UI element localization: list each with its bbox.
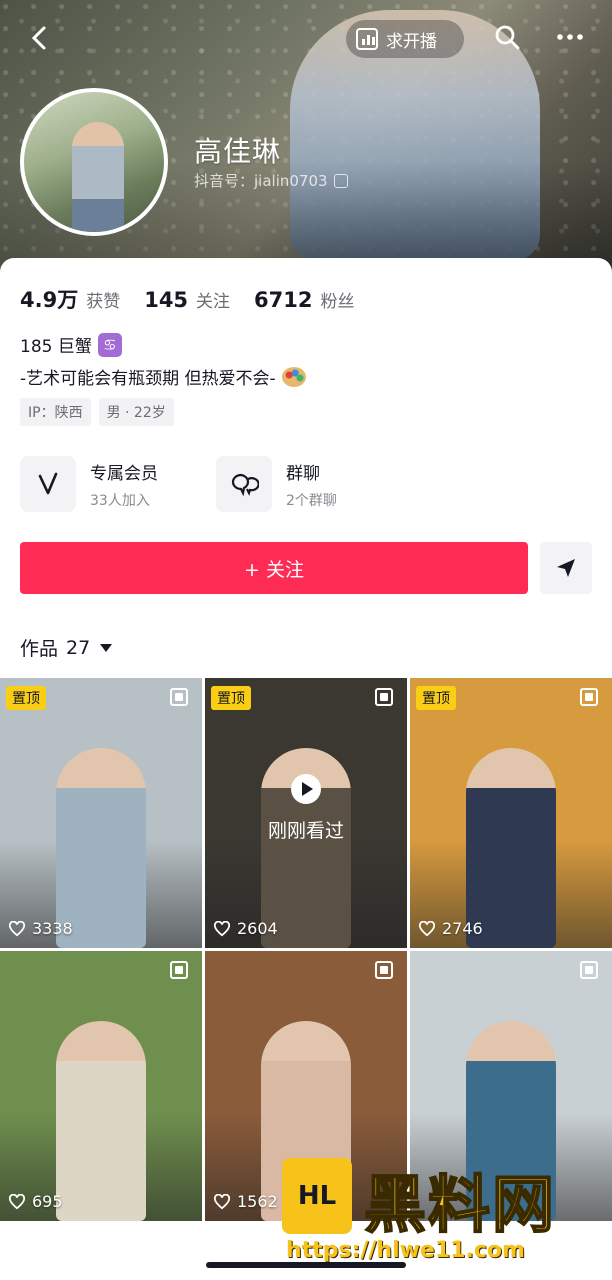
- like-count: 3338: [8, 919, 73, 938]
- back-icon[interactable]: [24, 22, 56, 54]
- fan-club-subtitle: 33人加入: [90, 492, 150, 509]
- avatar-figure: [72, 122, 124, 232]
- stat-following[interactable]: 145 关注: [144, 287, 230, 312]
- pinned-badge: 置顶: [6, 686, 46, 710]
- caret-down-icon: [100, 643, 113, 652]
- recently-viewed-label: 刚刚看过: [267, 820, 344, 842]
- bio-line-2-text: -艺术可能会有瓶颈期 但热爱不会-: [20, 369, 276, 389]
- multi-image-icon: [375, 961, 393, 979]
- tab-works-label: 作品: [20, 638, 59, 660]
- bio-line-1: 185 巨蟹 ♋: [20, 332, 122, 357]
- watermark-url: https://hlwe11.com: [286, 1238, 525, 1263]
- group-chat-icon: [216, 456, 272, 512]
- multi-image-icon: [375, 688, 393, 706]
- like-count: 2604: [213, 919, 278, 938]
- send-icon: [557, 559, 575, 577]
- video-thumbnail-figure: [56, 748, 146, 948]
- send-message-button[interactable]: [540, 542, 592, 594]
- group-chat-entry[interactable]: 群聊 2个群聊: [216, 456, 337, 512]
- group-chat-subtitle: 2个群聊: [286, 492, 337, 509]
- like-count: 2746: [418, 919, 483, 938]
- watermark-logo: HL: [282, 1158, 352, 1234]
- pinned-badge: 置顶: [211, 686, 251, 710]
- like-count: 695: [8, 1192, 63, 1211]
- request-live-label: 求开播: [386, 31, 437, 52]
- stat-followers[interactable]: 6712 粉丝: [254, 287, 354, 312]
- bio-line-1-text: 185 巨蟹: [20, 337, 92, 357]
- stats-row: 4.9万 获赞 145 关注 6712 粉丝: [20, 284, 355, 314]
- multi-image-icon: [580, 688, 598, 706]
- tab-works[interactable]: 作品 27: [20, 634, 113, 661]
- stat-followers-label: 粉丝: [320, 292, 355, 312]
- douyin-id[interactable]: 抖音号：jialin0703: [194, 170, 348, 191]
- like-count: 1562: [213, 1192, 278, 1211]
- group-chat-title: 群聊: [286, 463, 320, 484]
- tag-gender-age: 男 · 22岁: [98, 398, 174, 426]
- home-indicator: [206, 1262, 406, 1268]
- multi-image-icon: [170, 961, 188, 979]
- tag-ip-location: IP：陕西: [20, 398, 91, 426]
- heart-icon: [8, 1193, 26, 1209]
- video-tile[interactable]: 置顶 3338: [0, 678, 202, 948]
- stat-following-label: 关注: [196, 292, 231, 312]
- follow-button[interactable]: + 关注: [20, 542, 528, 594]
- video-tile[interactable]: 置顶刚刚看过 2604: [205, 678, 407, 948]
- fan-club-entry[interactable]: 专属会员 33人加入: [20, 456, 158, 512]
- copy-icon[interactable]: [333, 173, 348, 188]
- video-thumbnail-figure: [56, 1021, 146, 1221]
- like-count-number: 1562: [237, 1192, 278, 1211]
- stat-followers-number: 6712: [254, 288, 313, 312]
- like-count-number: 3338: [32, 919, 73, 938]
- video-thumbnail-figure: [466, 748, 556, 948]
- play-icon: [291, 774, 321, 804]
- avatar[interactable]: [20, 88, 168, 236]
- search-icon[interactable]: [492, 22, 522, 52]
- top-bar: 求开播: [0, 14, 612, 62]
- works-grid: 置顶 3338 置顶刚刚看过 2604 置顶 2746 695 1562: [0, 678, 612, 1221]
- profile-card: 4.9万 获赞 145 关注 6712 粉丝 185 巨蟹 ♋ -艺术可能会有瓶…: [0, 258, 612, 1280]
- pinned-badge: 置顶: [416, 686, 456, 710]
- live-stats-icon: [356, 28, 378, 50]
- multi-image-icon: [170, 688, 188, 706]
- video-tile[interactable]: 置顶 2746: [410, 678, 612, 948]
- fan-club-title: 专属会员: [90, 463, 158, 484]
- palette-icon: [281, 366, 306, 387]
- tab-works-count: 27: [66, 636, 91, 659]
- video-tile[interactable]: 695: [0, 951, 202, 1221]
- heart-icon: [213, 920, 231, 936]
- stat-likes-label: 获赞: [86, 292, 121, 312]
- recently-viewed-overlay: 刚刚看过: [205, 774, 407, 843]
- watermark: HL 黑料网 https://hlwe11.com: [282, 1150, 608, 1276]
- request-live-button[interactable]: 求开播: [346, 20, 464, 58]
- bio-line-2: -艺术可能会有瓶颈期 但热爱不会-: [20, 364, 306, 389]
- fan-club-icon: [20, 456, 76, 512]
- multi-image-icon: [580, 961, 598, 979]
- cancer-zodiac-icon: ♋: [97, 332, 122, 357]
- douyin-id-text: 抖音号：jialin0703: [194, 172, 328, 190]
- more-icon[interactable]: [552, 22, 588, 52]
- like-count-number: 2604: [237, 919, 278, 938]
- stat-likes[interactable]: 4.9万 获赞: [20, 284, 120, 314]
- stat-likes-number: 4.9万: [20, 288, 79, 312]
- like-count-number: 2746: [442, 919, 483, 938]
- profile-name: 高佳琳: [194, 135, 282, 168]
- like-count-number: 695: [32, 1192, 63, 1211]
- heart-icon: [8, 920, 26, 936]
- heart-icon: [213, 1193, 231, 1209]
- watermark-title: 黑料网: [363, 1167, 557, 1242]
- stat-following-number: 145: [144, 288, 189, 312]
- heart-icon: [418, 920, 436, 936]
- profile-tags: IP：陕西 男 · 22岁: [20, 398, 174, 426]
